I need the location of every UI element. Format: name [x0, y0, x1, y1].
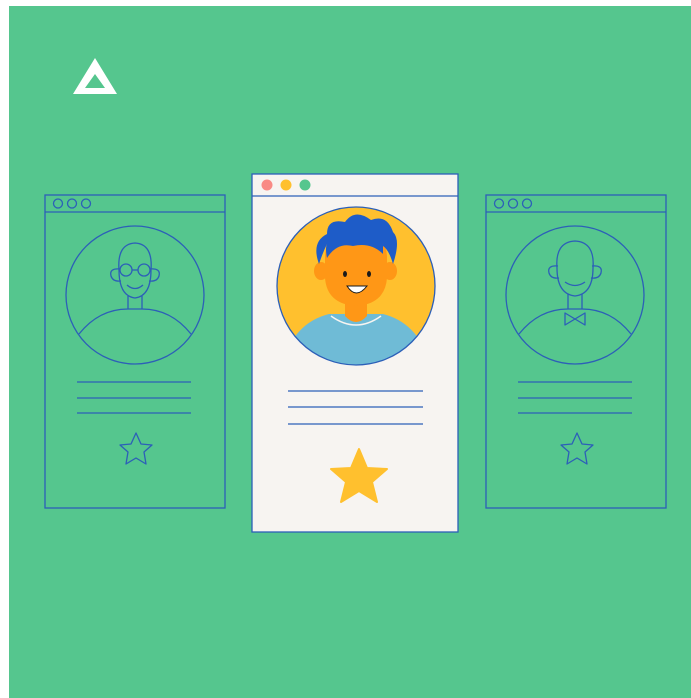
illustration-canvas: [9, 6, 691, 698]
center-window-dot-green: [299, 179, 311, 191]
center-window-dot-yellow: [280, 179, 292, 191]
center-profile-card: [251, 173, 459, 533]
center-window-dot-red: [261, 179, 273, 191]
illustration: [9, 6, 691, 698]
